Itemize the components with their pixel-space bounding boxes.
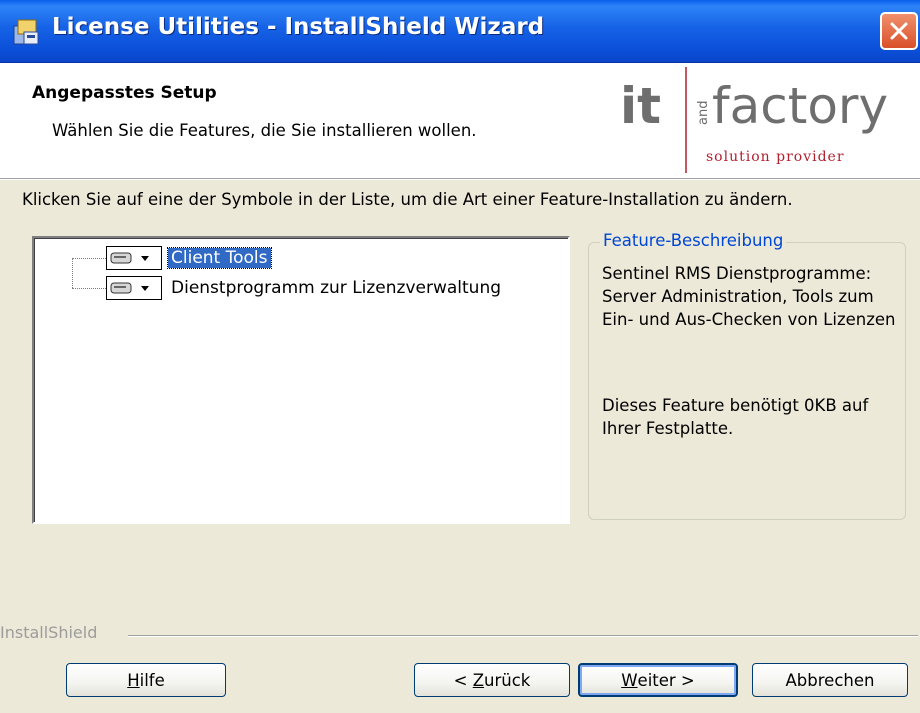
feature-label[interactable]: Client Tools — [167, 247, 272, 269]
installshield-brand: InstallShield — [0, 623, 98, 642]
dropdown-arrow-icon — [141, 286, 149, 291]
close-icon — [890, 22, 908, 40]
help-accel: H — [127, 670, 140, 690]
wizard-header: Angepasstes Setup Wählen Sie die Feature… — [0, 63, 920, 178]
window-title: License Utilities - InstallShield Wizard — [52, 14, 545, 40]
help-button[interactable]: Hilfe — [66, 663, 226, 697]
logo-tagline: solution provider — [706, 149, 845, 165]
install-state-dropdown[interactable] — [106, 276, 162, 300]
dropdown-arrow-icon — [141, 256, 149, 261]
drive-icon — [110, 252, 132, 264]
header-divider — [0, 178, 920, 180]
company-logo: it and factory solution provider — [620, 67, 888, 173]
drive-icon — [110, 282, 132, 294]
logo-factory: factory — [712, 77, 888, 135]
installer-icon — [13, 19, 39, 45]
back-button[interactable]: < Zurück — [414, 663, 570, 697]
logo-it: it — [620, 77, 661, 135]
cancel-button[interactable]: Abbrechen — [752, 663, 908, 697]
feature-description-text: Sentinel RMS Dienstprogramme: Server Adm… — [602, 264, 896, 329]
help-label: ilfe — [139, 670, 165, 690]
feature-item-client-tools[interactable]: Client Tools — [106, 245, 272, 271]
page-subtitle: Wählen Sie die Features, die Sie install… — [52, 121, 477, 140]
feature-label[interactable]: Dienstprogramm zur Lizenzverwaltung — [168, 278, 504, 298]
next-label: eiter > — [637, 670, 695, 690]
title-bar[interactable]: License Utilities - InstallShield Wizard — [0, 0, 920, 63]
feature-item-lizenzverwaltung[interactable]: Dienstprogramm zur Lizenzverwaltung — [106, 275, 504, 301]
tree-connector — [72, 288, 106, 289]
cancel-label: Abbrechen — [785, 670, 875, 690]
back-label: urück — [484, 670, 531, 690]
installer-window: License Utilities - InstallShield Wizard… — [0, 0, 920, 713]
instruction-text: Klicken Sie auf eine der Symbole in der … — [22, 190, 793, 209]
tree-connector — [72, 258, 106, 259]
install-state-dropdown[interactable] — [106, 246, 162, 270]
close-button[interactable] — [880, 12, 918, 50]
page-title: Angepasstes Setup — [32, 83, 217, 103]
next-accel: W — [621, 670, 638, 690]
feature-size-info: Dieses Feature benötigt 0KB auf Ihrer Fe… — [602, 396, 869, 438]
footer-divider — [128, 635, 918, 637]
feature-description-legend: Feature-Beschreibung — [600, 231, 787, 250]
back-prefix: < — [453, 670, 473, 690]
tree-connector — [72, 258, 73, 288]
next-button[interactable]: Weiter > — [578, 663, 738, 697]
feature-tree[interactable]: Client Tools Dienstprogramm zur Lizenzve… — [32, 236, 570, 524]
back-accel: Z — [472, 670, 485, 690]
logo-and: and — [696, 101, 711, 125]
